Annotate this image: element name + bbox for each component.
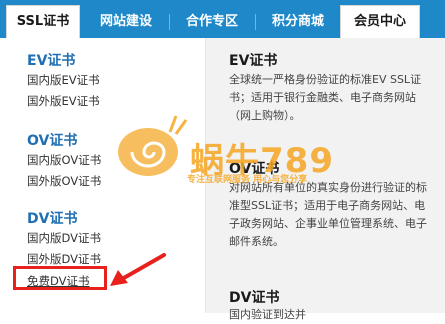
detail-desc-ov: 对网站所有单位的真实身份进行验证的标准型SSL证书；适用于电子商务网站、电子政务…: [229, 181, 427, 248]
snail-logo-icon: [110, 110, 190, 184]
category-dv[interactable]: DV证书: [27, 208, 77, 228]
detail-desc-ev: 全球统一严格身份验证的标准EV SSL证书；适用于银行金融类、电子商务网站（网上…: [229, 73, 422, 122]
menu-item-ov-international[interactable]: 国外版OV证书: [27, 173, 101, 189]
detail-title-dv: DV证书: [229, 290, 280, 306]
category-ev[interactable]: EV证书: [27, 50, 75, 70]
menu-item-ev-domestic[interactable]: 国内版EV证书: [27, 72, 100, 88]
top-navbar: SSL证书 网站建设 合作专区 积分商城 会员中心: [0, 0, 445, 38]
menu-item-ev-international[interactable]: 国外版EV证书: [27, 93, 100, 109]
tab-divider: [255, 14, 256, 30]
pointer-arrow-icon: [110, 253, 166, 286]
tab-partner[interactable]: 合作专区: [172, 6, 252, 38]
tab-website[interactable]: 网站建设: [86, 6, 166, 38]
menu-item-dv-domestic[interactable]: 国内版DV证书: [27, 230, 101, 246]
tab-ssl[interactable]: SSL证书: [6, 5, 80, 38]
detail-desc-dv: 国内验证到达并: [229, 308, 306, 321]
tab-points-mall[interactable]: 积分商城: [258, 6, 338, 38]
tab-member[interactable]: 会员中心: [340, 5, 420, 38]
menu-item-ov-domestic[interactable]: 国内版OV证书: [27, 152, 101, 168]
category-ov[interactable]: OV证书: [27, 130, 77, 150]
detail-title-ev: EV证书: [229, 53, 278, 69]
watermark-tagline: 专注互联网服务 用心与您分享: [187, 175, 308, 185]
highlight-box: [13, 266, 107, 290]
menu-item-dv-international[interactable]: 国外版DV证书: [27, 251, 101, 267]
tab-divider: [169, 14, 170, 30]
